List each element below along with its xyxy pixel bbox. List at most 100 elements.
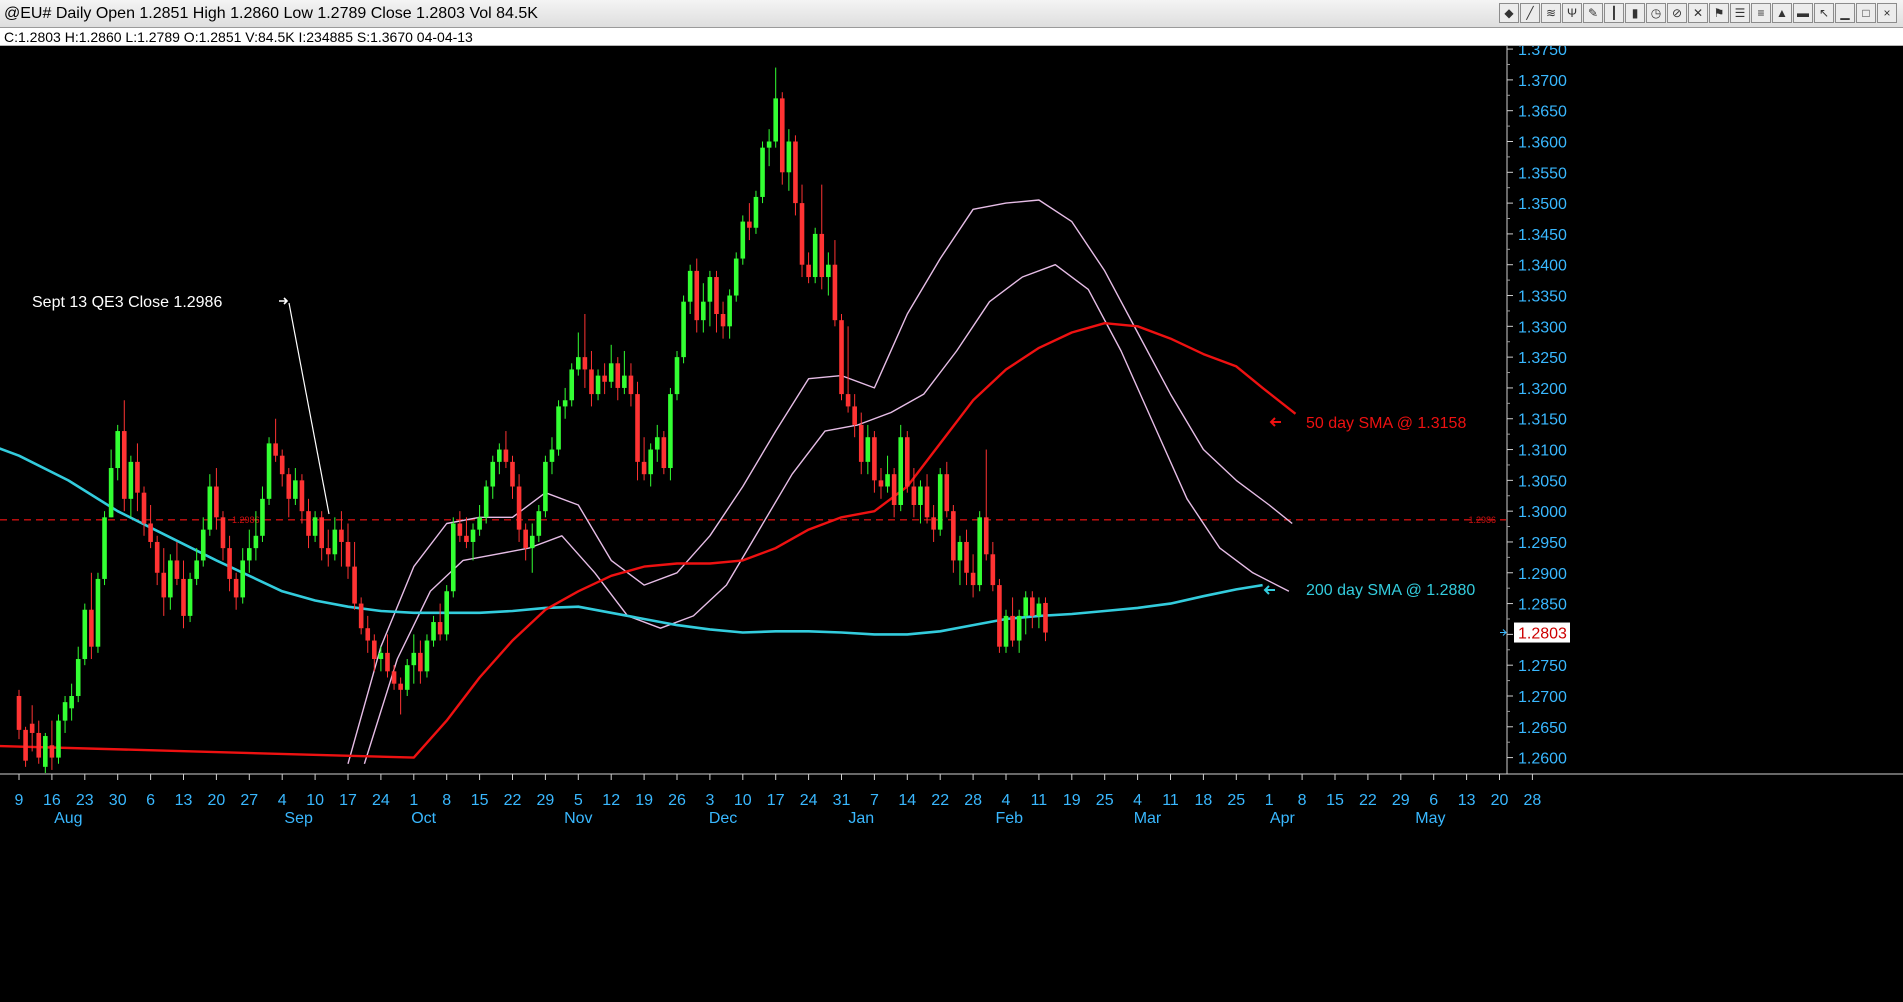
candle-body (766, 141, 772, 148)
candle-body (365, 628, 371, 641)
align-icon[interactable]: ≡ (1751, 3, 1771, 23)
candle-body (845, 394, 851, 407)
candle-body (253, 535, 259, 549)
price-axis-label: 1.2850 (1518, 597, 1567, 614)
time-axis-day-label: 7 (870, 792, 879, 809)
candle-body (608, 363, 614, 382)
candle-body (247, 548, 252, 561)
select-icon[interactable]: ◆ (1499, 3, 1519, 23)
candle-body (852, 406, 857, 425)
time-axis-day-label: 1 (409, 792, 418, 809)
time-axis-day-label: 15 (471, 792, 489, 809)
price-axis[interactable]: 1.26001.26501.27001.27501.28001.28501.29… (1500, 46, 1903, 790)
candle (733, 252, 739, 302)
candle-body (510, 461, 515, 487)
chart-toolbar: ◆ ╱ ≋ Ψ ✎ ┃ ▮ ◷ ⊘ ✕ ⚑ ☰ ≡ ▲ ▬ ↖ ▁ □ × (1499, 3, 1897, 23)
candle-body (806, 264, 811, 278)
candle-body (990, 554, 996, 586)
candle-body (194, 560, 199, 579)
trash-icon[interactable]: ▬ (1793, 3, 1813, 23)
trend-icon[interactable]: ╱ (1520, 3, 1540, 23)
candle-body (931, 517, 936, 530)
candle-body (622, 375, 627, 388)
candle-body (1003, 615, 1009, 647)
candle-body (964, 541, 969, 573)
candle (812, 227, 818, 284)
candle-body (174, 560, 180, 579)
time-axis-day-label: 14 (898, 792, 916, 809)
time-axis-month-label: Dec (709, 810, 737, 827)
time-axis-day-label: 11 (1162, 792, 1179, 809)
time-axis-day-label: 20 (208, 792, 226, 809)
candle-body (569, 369, 575, 401)
candle-body (701, 301, 706, 321)
time-axis-day-label: 28 (1524, 792, 1542, 809)
candle-body (115, 431, 120, 469)
candle-body (358, 603, 364, 629)
candle (753, 190, 759, 234)
candle-body (497, 449, 502, 462)
candle-body (858, 424, 864, 462)
bar-chart-icon[interactable]: ┃ (1604, 3, 1624, 23)
time-axis-day-label: 1 (1265, 792, 1274, 809)
time-axis-day-label: 16 (43, 792, 61, 809)
marker-icon[interactable]: ⚑ (1709, 3, 1729, 23)
candle-body (121, 431, 127, 499)
candle (102, 511, 107, 586)
candle-body (661, 437, 667, 469)
time-axis-day-label: 20 (1491, 792, 1509, 809)
time-axis-day-label: 4 (1133, 792, 1142, 809)
candle-body (23, 729, 28, 761)
price-axis-label: 1.3150 (1518, 412, 1567, 429)
list-icon[interactable]: ☰ (1730, 3, 1750, 23)
no-entry-icon[interactable]: ⊘ (1667, 3, 1687, 23)
candle-body (352, 566, 357, 604)
candle-body (628, 375, 634, 395)
maximize-icon[interactable]: □ (1856, 3, 1876, 23)
candle-body (1023, 597, 1029, 616)
candle-body (279, 455, 285, 475)
cursor-icon[interactable]: ↖ (1814, 3, 1834, 23)
close-icon[interactable]: × (1877, 3, 1897, 23)
candle (543, 455, 548, 518)
pencil-icon[interactable]: ✎ (1583, 3, 1603, 23)
flag-icon[interactable]: ▲ (1772, 3, 1792, 23)
time-axis-day-label: 4 (1002, 792, 1011, 809)
candle-body (457, 523, 463, 536)
candles-icon[interactable]: ▮ (1625, 3, 1645, 23)
candle-body (345, 541, 351, 567)
candle-body (424, 640, 430, 672)
candle (266, 437, 272, 505)
candle-body (214, 486, 219, 518)
candle-body (812, 233, 818, 278)
candle-body (1036, 603, 1042, 616)
candle-body (516, 486, 522, 530)
candle-body (819, 233, 825, 278)
pitchfork-icon[interactable]: Ψ (1562, 3, 1582, 23)
time-axis-day-label: 29 (1392, 792, 1410, 809)
candle (661, 431, 667, 475)
candle-body (556, 406, 561, 450)
time-axis-month-label: Nov (564, 810, 592, 827)
price-chart[interactable]: 1.2986 1.2986 Sept 13 QE3 Close 1.298650 … (0, 46, 1903, 1002)
clock-icon[interactable]: ◷ (1646, 3, 1666, 23)
candle-body (444, 591, 449, 635)
price-axis-label: 1.3400 (1518, 258, 1567, 275)
time-axis-day-label: 11 (1031, 792, 1048, 809)
time-axis[interactable]: 9 16 23 30 6 13 20 27 4 10 17 24 1 8 15 22 29 5 12 19 26 3 10 1… (0, 773, 1903, 1002)
minimize-icon[interactable]: ▁ (1835, 3, 1855, 23)
time-axis-day-label: 19 (635, 792, 653, 809)
price-axis-label: 1.3100 (1518, 443, 1567, 460)
candle-body (464, 535, 469, 542)
candle (56, 714, 61, 764)
fib-icon[interactable]: ≋ (1541, 3, 1561, 23)
candle-body (319, 517, 324, 549)
candle (1003, 609, 1009, 653)
crosshair-icon[interactable]: ✕ (1688, 3, 1708, 23)
annotation-qe3: Sept 13 QE3 Close 1.2986 (32, 294, 222, 311)
candle-body (523, 529, 528, 549)
candle-body (536, 511, 542, 536)
candle-body (562, 400, 568, 407)
price-axis-label: 1.3000 (1518, 504, 1567, 521)
candle-body (411, 652, 417, 666)
